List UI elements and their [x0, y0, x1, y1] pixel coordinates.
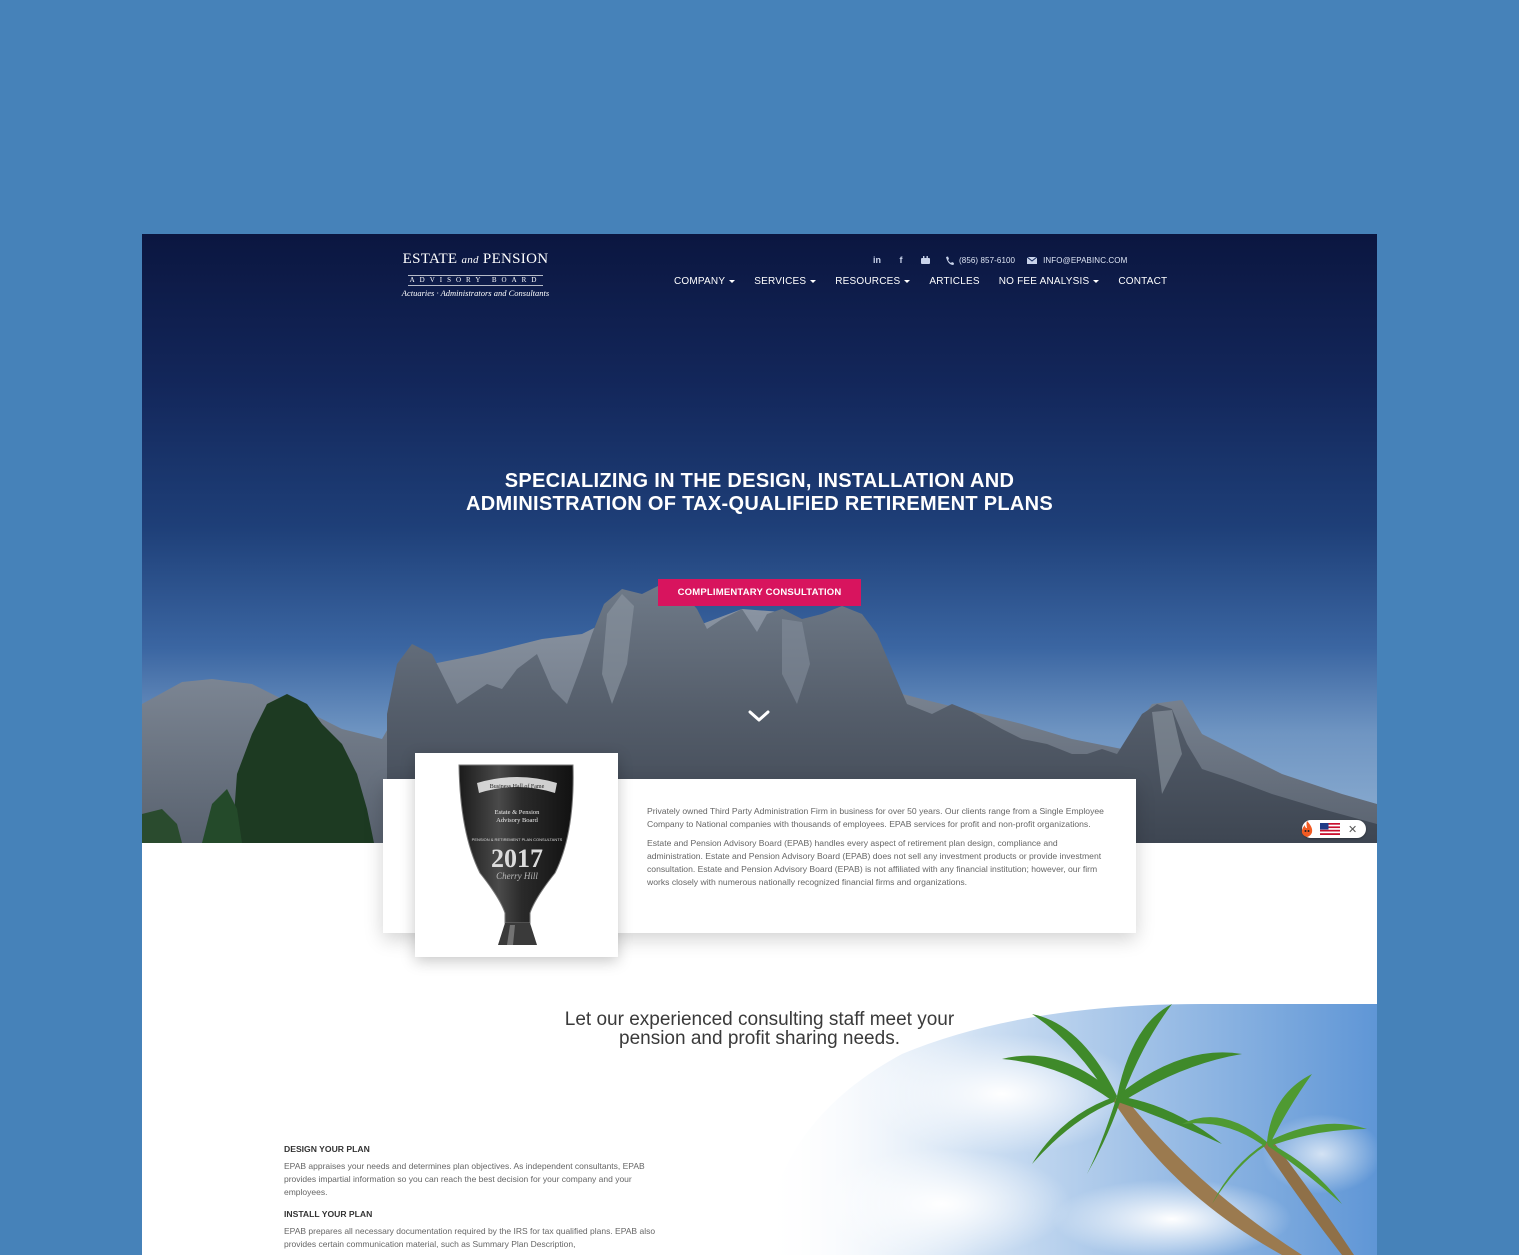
nav-company[interactable]: COMPANY [674, 276, 736, 287]
award-category: PENSION & RETIREMENT PLAN CONSULTANTS [472, 837, 563, 842]
email-link[interactable]: INFO@EPABINC.COM [1043, 256, 1127, 265]
nav-resources[interactable]: RESOURCES [835, 276, 911, 287]
fire-icon [1301, 821, 1313, 837]
award-city: Cherry Hill [496, 871, 538, 881]
award-ribbon-text: Business Hall of Fame [490, 783, 545, 790]
phone-icon [942, 253, 956, 267]
feature-text: EPAB appraises your needs and determines… [284, 1161, 645, 1197]
nav-contact[interactable]: CONTACT [1118, 276, 1167, 287]
nav-services[interactable]: SERVICES [754, 276, 817, 287]
flag-us-icon[interactable] [1320, 823, 1340, 835]
award-year: 2017 [491, 844, 543, 873]
feature-title: DESIGN YOUR PLAN [284, 1144, 370, 1154]
hero-headline: SPECIALIZING IN THE DESIGN, INSTALLATION… [466, 470, 1053, 515]
facebook-icon[interactable]: f [894, 253, 908, 267]
nav-articles[interactable]: ARTICLES [929, 276, 979, 287]
award-name-line2: Advisory Board [496, 817, 538, 824]
chevron-down-icon[interactable] [747, 708, 771, 724]
about-paragraph-2: Estate and Pension Advisory Board (EPAB)… [647, 838, 1102, 887]
feature-install-plan: INSTALL YOUR PLAN EPAB prepares all nece… [284, 1208, 664, 1251]
caret-down-icon [904, 280, 911, 283]
award-image-box: Business Hall of Fame Estate & Pension A… [415, 753, 618, 957]
feature-design-plan: DESIGN YOUR PLAN EPAB appraises your nee… [284, 1143, 664, 1199]
site-logo[interactable]: ESTATE and PENSION ADVISORY BOARD Actuar… [388, 250, 563, 299]
caret-down-icon [729, 280, 736, 283]
award-name-line1: Estate & Pension [495, 809, 541, 816]
about-paragraph-1: Privately owned Third Party Administrati… [647, 806, 1104, 829]
feature-title: INSTALL YOUR PLAN [284, 1209, 373, 1219]
youtube-icon[interactable] [918, 253, 932, 267]
caret-down-icon [1093, 280, 1100, 283]
logo-tagline: Actuaries · Administrators and Consultan… [401, 288, 550, 298]
caret-down-icon [810, 280, 817, 283]
top-contact-bar: in f (856) 857-6100 INFO@EPABINC.COM [870, 253, 1137, 267]
services-list: DESIGN YOUR PLAN EPAB appraises your nee… [284, 1143, 664, 1255]
award-trophy-image: Business Hall of Fame Estate & Pension A… [458, 764, 574, 945]
main-nav: COMPANY SERVICES RESOURCES ARTICLES NO F… [674, 276, 1186, 287]
feature-text: EPAB prepares all necessary documentatio… [284, 1226, 656, 1249]
mountain-background [142, 584, 1377, 843]
envelope-icon [1025, 253, 1039, 267]
about-text: Privately owned Third Party Administrati… [647, 805, 1107, 895]
hero-section: ESTATE and PENSION ADVISORY BOARD Actuar… [142, 234, 1377, 843]
website-frame: ESTATE and PENSION ADVISORY BOARD Actuar… [142, 234, 1377, 1255]
nav-no-fee-analysis[interactable]: NO FEE ANALYSIS [999, 276, 1100, 287]
linkedin-icon[interactable]: in [870, 253, 884, 267]
close-icon[interactable]: ✕ [1348, 823, 1357, 836]
phone-number[interactable]: (856) 857-6100 [959, 256, 1015, 265]
complimentary-consultation-button[interactable]: COMPLIMENTARY CONSULTATION [658, 579, 861, 606]
logo-subtitle: ADVISORY BOARD [407, 275, 544, 286]
language-widget[interactable]: ✕ [1301, 820, 1366, 838]
section-headline: Let our experienced consulting staff mee… [564, 1009, 955, 1049]
